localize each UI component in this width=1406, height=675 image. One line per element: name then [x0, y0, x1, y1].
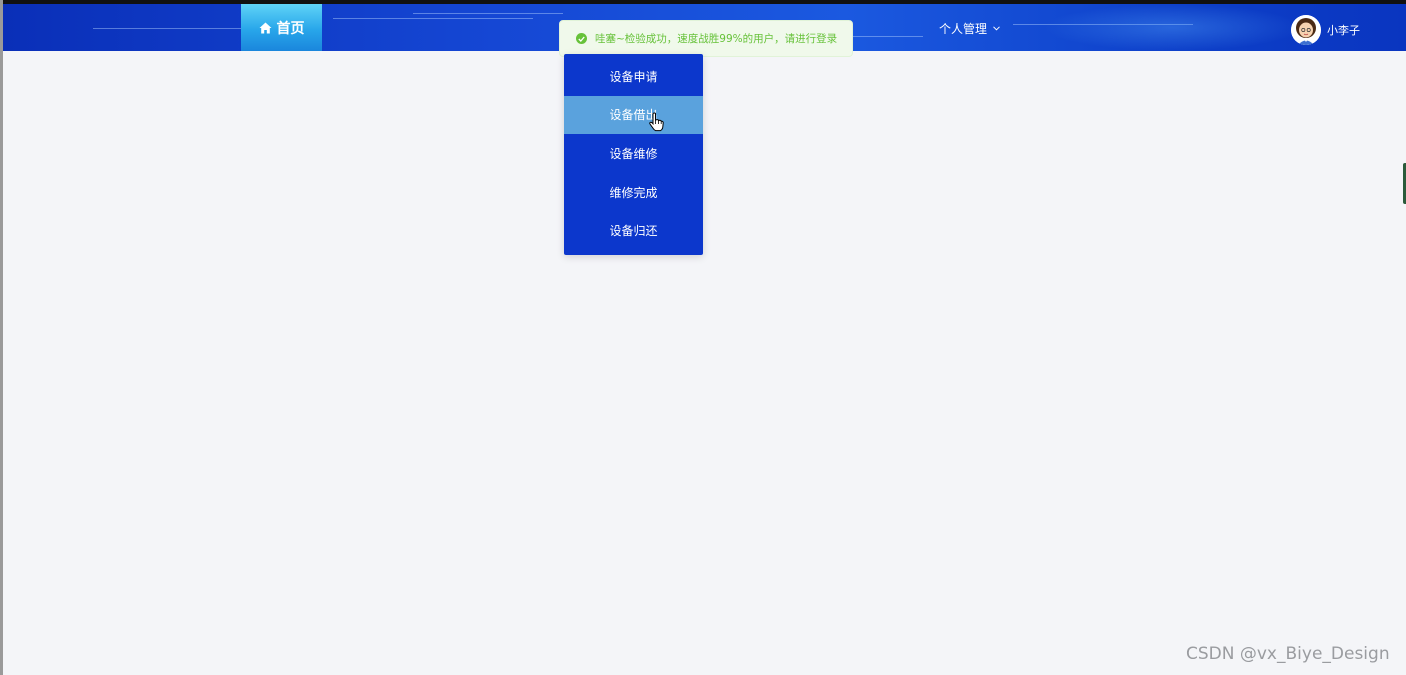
nav-home[interactable]: 首页	[241, 4, 322, 51]
avatar-icon	[1291, 15, 1321, 45]
avatar	[1291, 15, 1321, 45]
header-glow	[1043, 4, 1303, 51]
toast-message: 哇塞~检验成功，速度战胜99%的用户，请进行登录	[595, 33, 838, 45]
home-icon	[259, 22, 271, 33]
nav-personal-management[interactable]: 个人管理	[939, 18, 1000, 38]
menu-item-device-apply[interactable]: 设备申请	[564, 57, 703, 96]
menu-item-device-lend[interactable]: 设备借出	[564, 95, 703, 135]
nav-home-label: 首页	[276, 20, 305, 37]
chevron-down-icon	[993, 25, 1000, 31]
menu-item-device-return[interactable]: 设备归还	[564, 211, 703, 250]
hand-cursor-icon	[649, 112, 664, 132]
menu-item-label: 设备申请	[609, 69, 658, 84]
nav-personal-label: 个人管理	[939, 21, 988, 36]
menu-item-device-repair[interactable]: 设备维修	[564, 134, 703, 173]
header-streak	[93, 28, 263, 29]
menu-item-label: 设备归还	[609, 224, 658, 239]
window-left-edge	[0, 0, 3, 675]
menu-item-repair-complete[interactable]: 维修完成	[564, 173, 703, 212]
header-streak	[413, 13, 563, 14]
header-streak	[333, 18, 533, 19]
menu-item-label: 设备维修	[609, 146, 658, 161]
success-toast: 哇塞~检验成功，速度战胜99%的用户，请进行登录	[559, 20, 853, 57]
user-menu[interactable]: 小李子	[1291, 14, 1360, 46]
check-circle-icon	[576, 33, 587, 44]
menu-item-label: 维修完成	[609, 185, 658, 200]
username: 小李子	[1327, 24, 1360, 37]
watermark: CSDN @vx_Biye_Design	[1186, 644, 1390, 664]
device-dropdown-menu: 设备申请 设备借出 设备维修 维修完成 设备归还	[564, 54, 703, 255]
